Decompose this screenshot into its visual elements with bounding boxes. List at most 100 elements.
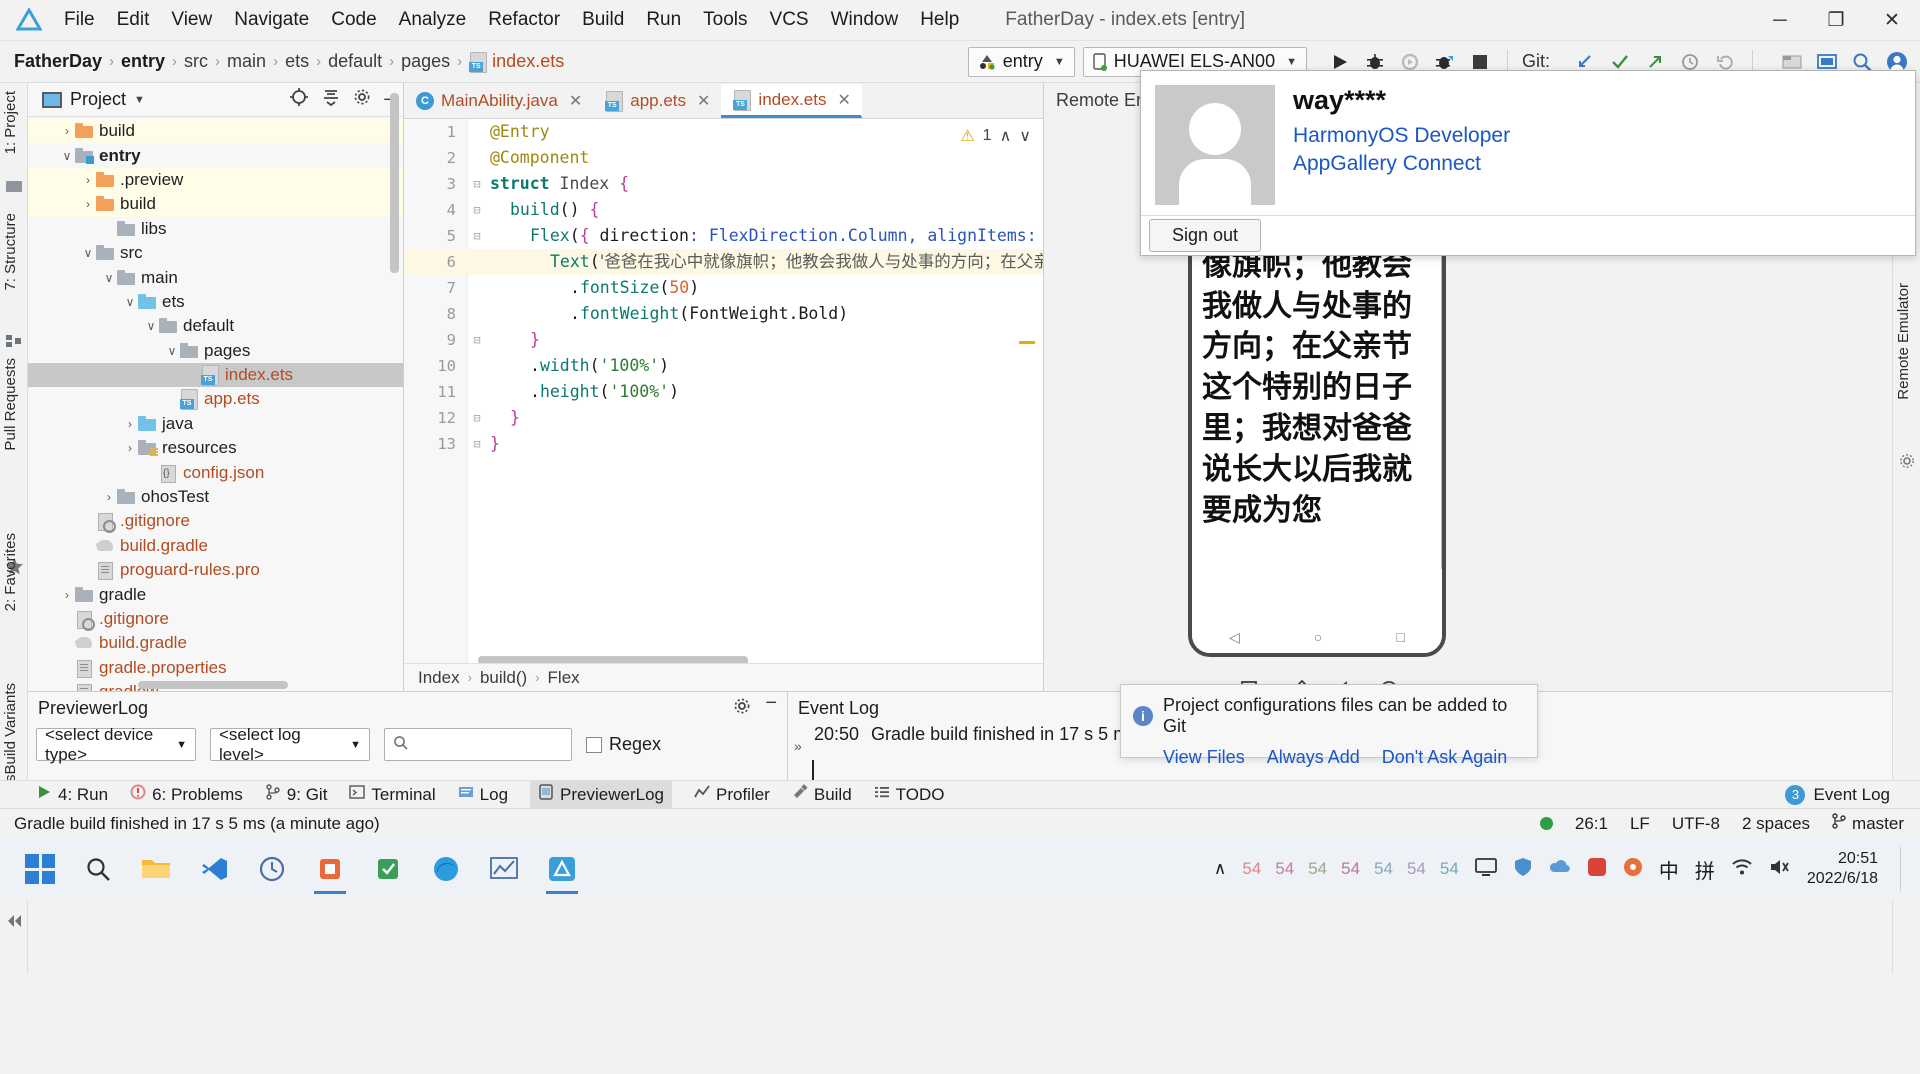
search-icon[interactable] [72, 843, 124, 895]
indent-setting[interactable]: 2 spaces [1742, 814, 1810, 834]
event-log-tool-button[interactable]: 3 Event Log [1785, 784, 1920, 805]
code-editor[interactable]: 1 @Entry 2 @Component 3 ⊟ struct Index {4 ⊟ buil… [404, 119, 1043, 691]
tree-row[interactable]: config.json [28, 460, 403, 484]
run-configuration-selector[interactable]: entry ▼ [967, 46, 1075, 77]
vscode-icon[interactable] [188, 843, 240, 895]
event-log-expand-icon[interactable]: » [794, 738, 802, 754]
code-line[interactable]: 6 Text('爸爸在我心中就像旗帜；他教会我做人与处事的方向；在父亲节 [404, 249, 1043, 275]
tree-row[interactable]: › java [28, 412, 403, 436]
tree-row[interactable]: build.gradle [28, 631, 403, 655]
phone-navigation-bar[interactable]: ◁ ○ □ [1192, 621, 1442, 653]
main-menu[interactable]: File Edit View Navigate Code Analyze Ref… [54, 5, 969, 35]
tray-shield-icon[interactable] [1513, 857, 1533, 882]
tree-expand-arrow-icon[interactable]: ∨ [122, 295, 138, 309]
balloon-action-always-add[interactable]: Always Add [1267, 747, 1360, 768]
nav-recents-icon[interactable]: □ [1396, 629, 1404, 645]
line-separator[interactable]: LF [1630, 814, 1650, 834]
tool-window-button[interactable]: 9: Git [265, 784, 327, 805]
tree-row[interactable]: ∨ main [28, 265, 403, 289]
tray-chevron-up-icon[interactable]: ∧ [1214, 859, 1226, 879]
gear-icon[interactable] [1899, 453, 1915, 469]
breadcrumb-project[interactable]: FatherDay [14, 51, 102, 72]
rail-item-pull-requests[interactable]: Pull Requests [2, 358, 19, 451]
code-line[interactable]: 3 ⊟ struct Index { [404, 171, 1043, 197]
ime-language-indicator[interactable]: 中 [1659, 855, 1679, 884]
menu-item-build[interactable]: Build [572, 5, 634, 35]
code-line[interactable]: 10 .width('100%') [404, 353, 1043, 379]
sign-out-button[interactable]: Sign out [1149, 219, 1262, 252]
panel-settings-gear-icon[interactable] [353, 88, 371, 111]
editor-breadcrumb-index[interactable]: Index [418, 668, 460, 688]
window-controls[interactable]: ─ ❐ ✕ [1752, 0, 1920, 41]
tree-row[interactable]: › resources [28, 436, 403, 460]
code-fold-icon[interactable]: ⊟ [470, 223, 484, 249]
rail-structure-icon[interactable] [6, 333, 22, 349]
tool-window-button[interactable]: Build [792, 784, 852, 805]
rail-item-structure[interactable]: 7: Structure [2, 213, 19, 291]
tree-row[interactable]: ∨ pages [28, 339, 403, 363]
menu-item-navigate[interactable]: Navigate [224, 5, 319, 35]
tree-row[interactable]: index.ets [28, 362, 403, 388]
editor-warning-marker[interactable] [1019, 341, 1035, 344]
nav-home-icon[interactable]: ○ [1314, 629, 1322, 645]
log-search-input[interactable] [384, 728, 572, 761]
balloon-actions[interactable]: View Files Always Add Don't Ask Again [1133, 747, 1525, 768]
tree-row[interactable]: gradle.properties [28, 656, 403, 680]
tree-expand-arrow-icon[interactable]: ∨ [59, 149, 75, 163]
menu-item-file[interactable]: File [54, 5, 105, 35]
tree-expand-arrow-icon[interactable]: › [80, 197, 96, 211]
menu-item-run[interactable]: Run [636, 5, 691, 35]
rail-item-remote-emulator[interactable]: Remote Emulator [1895, 283, 1912, 400]
rail-item-favorites[interactable]: 2: Favorites [2, 533, 19, 611]
balloon-action-dont-ask-again[interactable]: Don't Ask Again [1382, 747, 1508, 768]
breadcrumb-pages[interactable]: pages [401, 51, 450, 72]
file-encoding[interactable]: UTF-8 [1672, 814, 1720, 834]
rail-collapse-icon[interactable] [6, 913, 22, 929]
previewer-log-hide-icon[interactable]: − [765, 693, 777, 720]
previewer-log-gear-icon[interactable] [733, 697, 751, 720]
tray-red-app-icon[interactable] [1587, 857, 1607, 882]
rail-item-project[interactable]: 1: Project [2, 91, 19, 154]
tree-expand-arrow-icon[interactable]: ∨ [143, 319, 159, 333]
caret-position[interactable]: 26:1 [1575, 814, 1608, 834]
tree-expand-arrow-icon[interactable]: ∨ [164, 344, 180, 358]
tool-window-button[interactable]: TODO [874, 784, 944, 805]
tree-expand-arrow-icon[interactable]: › [122, 417, 138, 431]
nav-back-icon[interactable]: ◁ [1229, 629, 1240, 646]
account-popup[interactable]: way**** HarmonyOS Developer AppGallery C… [1140, 70, 1916, 256]
minimize-button[interactable]: ─ [1752, 0, 1808, 41]
balloon-action-view-files[interactable]: View Files [1163, 747, 1245, 768]
code-fold-icon[interactable]: ⊟ [470, 171, 484, 197]
windows-start-icon[interactable] [14, 843, 66, 895]
regex-toggle[interactable]: Regex [586, 734, 661, 755]
tree-expand-arrow-icon[interactable]: › [101, 490, 117, 504]
breadcrumb-main[interactable]: main [227, 51, 266, 72]
tree-expand-arrow-icon[interactable]: › [122, 441, 138, 455]
tree-row[interactable]: ∨ default [28, 314, 403, 338]
editor-breadcrumb[interactable]: Index › build() › Flex [404, 663, 1043, 691]
close-button[interactable]: ✕ [1864, 0, 1920, 41]
editor-tab[interactable]: index.ets ✕ [721, 84, 862, 118]
tree-row[interactable]: › gradle [28, 582, 403, 606]
tree-expand-arrow-icon[interactable]: › [80, 173, 96, 187]
editor-tab[interactable]: C MainAbility.java ✕ [404, 84, 594, 118]
code-fold-icon[interactable]: ⊟ [470, 197, 484, 223]
code-fold-icon[interactable]: ⊟ [470, 431, 484, 457]
close-tab-icon[interactable]: ✕ [697, 91, 710, 111]
editor-tab[interactable]: app.ets ✕ [593, 84, 722, 118]
previous-problem-icon[interactable]: ∧ [1000, 126, 1012, 146]
show-desktop-button[interactable] [1900, 847, 1908, 891]
git-notification-balloon[interactable]: i Project configurations files can be ad… [1120, 684, 1538, 767]
tool-window-bar[interactable]: 4: Run 6: Problems 9: Git Terminal Log Previe… [0, 780, 1920, 808]
editor-breadcrumb-flex[interactable]: Flex [548, 668, 580, 688]
edge-icon[interactable] [420, 843, 472, 895]
tree-expand-arrow-icon[interactable]: ∨ [80, 246, 96, 260]
account-link-harmonyos-developer[interactable]: HarmonyOS Developer [1293, 122, 1510, 150]
code-line[interactable]: 13 ⊟} [404, 431, 1043, 457]
account-link-appgallery-connect[interactable]: AppGallery Connect [1293, 150, 1510, 178]
tree-row[interactable]: libs [28, 217, 403, 241]
tree-row[interactable]: app.ets [28, 387, 403, 411]
file-explorer-icon[interactable] [130, 843, 182, 895]
tree-row[interactable]: .gitignore [28, 509, 403, 534]
clock-icon[interactable] [246, 843, 298, 895]
